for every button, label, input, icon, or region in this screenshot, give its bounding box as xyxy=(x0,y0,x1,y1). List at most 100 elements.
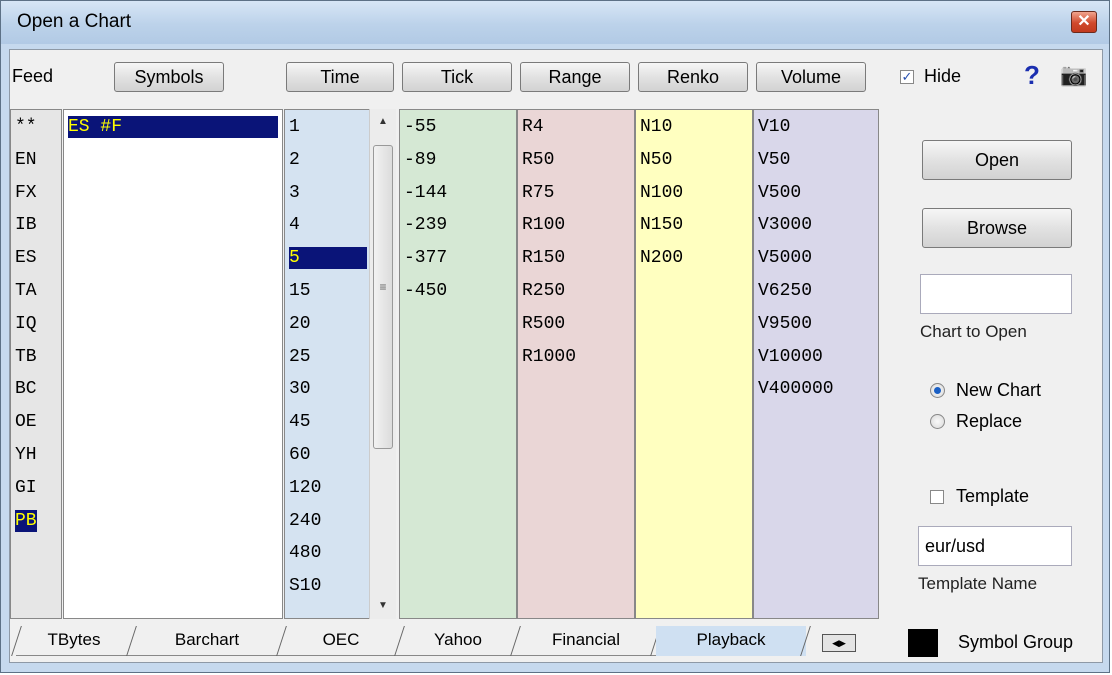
volume-item[interactable]: V10 xyxy=(758,116,790,138)
time-item[interactable]: 4 xyxy=(289,214,367,236)
time-item[interactable]: 20 xyxy=(289,313,367,335)
volume-item[interactable]: V50 xyxy=(758,149,790,171)
symbol-item[interactable]: ES #F xyxy=(68,116,278,138)
scroll-down-icon[interactable]: ▼ xyxy=(370,595,396,617)
symbols-button[interactable]: Symbols xyxy=(114,62,224,92)
template-label: Template xyxy=(956,486,1030,506)
scroll-thumb[interactable]: ≡ xyxy=(373,145,393,449)
tab-label: Yahoo xyxy=(434,630,482,649)
symbol-group-swatch[interactable] xyxy=(908,629,938,657)
symbols-list[interactable]: ES #F xyxy=(63,109,283,619)
time-item[interactable]: 120 xyxy=(289,477,367,499)
feed-item[interactable]: ** xyxy=(15,116,37,138)
tick-button[interactable]: Tick xyxy=(402,62,512,92)
symbol-group-label: Symbol Group xyxy=(958,632,1074,652)
tick-item[interactable]: -450 xyxy=(404,280,447,302)
time-item[interactable]: 480 xyxy=(289,542,367,564)
feed-item[interactable]: ES xyxy=(15,247,37,269)
tab-tbytes[interactable]: TBytes xyxy=(11,626,137,656)
tab-financial[interactable]: Financial xyxy=(516,626,661,656)
browse-button[interactable]: Browse xyxy=(922,208,1072,248)
range-item[interactable]: R100 xyxy=(522,214,565,236)
volume-button[interactable]: Volume xyxy=(756,62,866,92)
feed-label: Feed xyxy=(12,66,54,86)
time-item[interactable]: 240 xyxy=(289,510,367,532)
time-item[interactable]: 45 xyxy=(289,411,367,433)
feed-item[interactable]: TB xyxy=(15,346,37,368)
tab-barchart[interactable]: Barchart xyxy=(132,626,287,656)
help-icon[interactable]: ? xyxy=(1024,60,1040,91)
feed-item[interactable]: TA xyxy=(15,280,37,302)
volume-item[interactable]: V5000 xyxy=(758,247,812,269)
feed-item[interactable]: EN xyxy=(15,149,37,171)
time-item[interactable]: 25 xyxy=(289,346,367,368)
range-list[interactable]: R4 R50 R75 R100 R150 R250 R500 R1000 xyxy=(517,109,635,619)
feed-list[interactable]: ** EN FX IB ES TA IQ TB BC OE YH GI PB xyxy=(10,109,62,619)
replace-radio[interactable] xyxy=(930,414,945,429)
chart-to-open-label: Chart to Open xyxy=(920,322,1027,341)
time-item[interactable]: 2 xyxy=(289,149,367,171)
tick-item[interactable]: -144 xyxy=(404,182,447,204)
feed-item[interactable]: GI xyxy=(15,477,37,499)
volume-item[interactable]: V9500 xyxy=(758,313,812,335)
hide-checkbox[interactable]: ✓ xyxy=(900,70,914,84)
renko-button[interactable]: Renko xyxy=(638,62,748,92)
volume-item[interactable]: V500 xyxy=(758,182,801,204)
time-button[interactable]: Time xyxy=(286,62,394,92)
time-item[interactable]: 1 xyxy=(289,116,367,138)
tick-list[interactable]: -55 -89 -144 -239 -377 -450 xyxy=(399,109,517,619)
renko-item[interactable]: N200 xyxy=(640,247,683,269)
feed-item[interactable]: IQ xyxy=(15,313,37,335)
tab-playback[interactable]: Playback xyxy=(656,626,811,656)
time-item[interactable]: 30 xyxy=(289,378,367,400)
feed-item[interactable]: FX xyxy=(15,182,37,204)
time-item[interactable]: 3 xyxy=(289,182,367,204)
tab-yahoo[interactable]: Yahoo xyxy=(400,626,521,656)
range-item[interactable]: R50 xyxy=(522,149,554,171)
volume-item[interactable]: V3000 xyxy=(758,214,812,236)
range-item[interactable]: R150 xyxy=(522,247,565,269)
scroll-up-icon[interactable]: ▲ xyxy=(370,111,396,133)
range-button[interactable]: Range xyxy=(520,62,630,92)
range-item[interactable]: R250 xyxy=(522,280,565,302)
range-item[interactable]: R1000 xyxy=(522,346,576,368)
close-button[interactable]: ✕ xyxy=(1071,11,1097,33)
template-name-input[interactable]: eur/usd xyxy=(918,526,1072,566)
title-bar[interactable]: Open a Chart ✕ xyxy=(1,1,1109,44)
new-chart-radio[interactable] xyxy=(930,383,945,398)
time-list[interactable]: 1 2 3 4 5 15 20 25 30 45 60 120 240 480 S10 xyxy=(284,109,370,619)
renko-list[interactable]: N10 N50 N100 N150 N200 xyxy=(635,109,753,619)
camera-icon[interactable]: 📷 xyxy=(1060,62,1087,88)
feed-item[interactable]: OE xyxy=(15,411,37,433)
feed-item[interactable]: YH xyxy=(15,444,37,466)
feed-item[interactable]: IB xyxy=(15,214,37,236)
feed-tabs: TBytes Barchart OEC Yahoo Financial Play… xyxy=(10,626,890,660)
renko-item[interactable]: N50 xyxy=(640,149,672,171)
chart-to-open-input[interactable] xyxy=(920,274,1072,314)
volume-list[interactable]: V10 V50 V500 V3000 V5000 V6250 V9500 V10000 V400… xyxy=(753,109,879,619)
time-item[interactable]: S10 xyxy=(289,575,367,597)
time-scrollbar[interactable]: ▲ ≡ ▼ xyxy=(369,109,396,619)
time-item[interactable]: 15 xyxy=(289,280,367,302)
time-item[interactable]: 60 xyxy=(289,444,367,466)
tab-scroll-arrows-icon[interactable]: ◀▶ xyxy=(822,634,856,652)
open-button[interactable]: Open xyxy=(922,140,1072,180)
range-item[interactable]: R4 xyxy=(522,116,544,138)
range-item[interactable]: R500 xyxy=(522,313,565,335)
template-checkbox[interactable] xyxy=(930,490,944,504)
volume-item[interactable]: V400000 xyxy=(758,378,834,400)
volume-item[interactable]: V10000 xyxy=(758,346,823,368)
range-item[interactable]: R75 xyxy=(522,182,554,204)
time-item[interactable]: 5 xyxy=(289,247,367,270)
feed-item[interactable]: BC xyxy=(15,378,37,400)
renko-item[interactable]: N10 xyxy=(640,116,672,138)
tick-item[interactable]: -239 xyxy=(404,214,447,236)
renko-item[interactable]: N100 xyxy=(640,182,683,204)
renko-item[interactable]: N150 xyxy=(640,214,683,236)
feed-item[interactable]: PB xyxy=(15,509,37,532)
tick-item[interactable]: -55 xyxy=(404,116,436,138)
volume-item[interactable]: V6250 xyxy=(758,280,812,302)
tab-oec[interactable]: OEC xyxy=(282,626,405,656)
tick-item[interactable]: -89 xyxy=(404,149,436,171)
tick-item[interactable]: -377 xyxy=(404,247,447,269)
